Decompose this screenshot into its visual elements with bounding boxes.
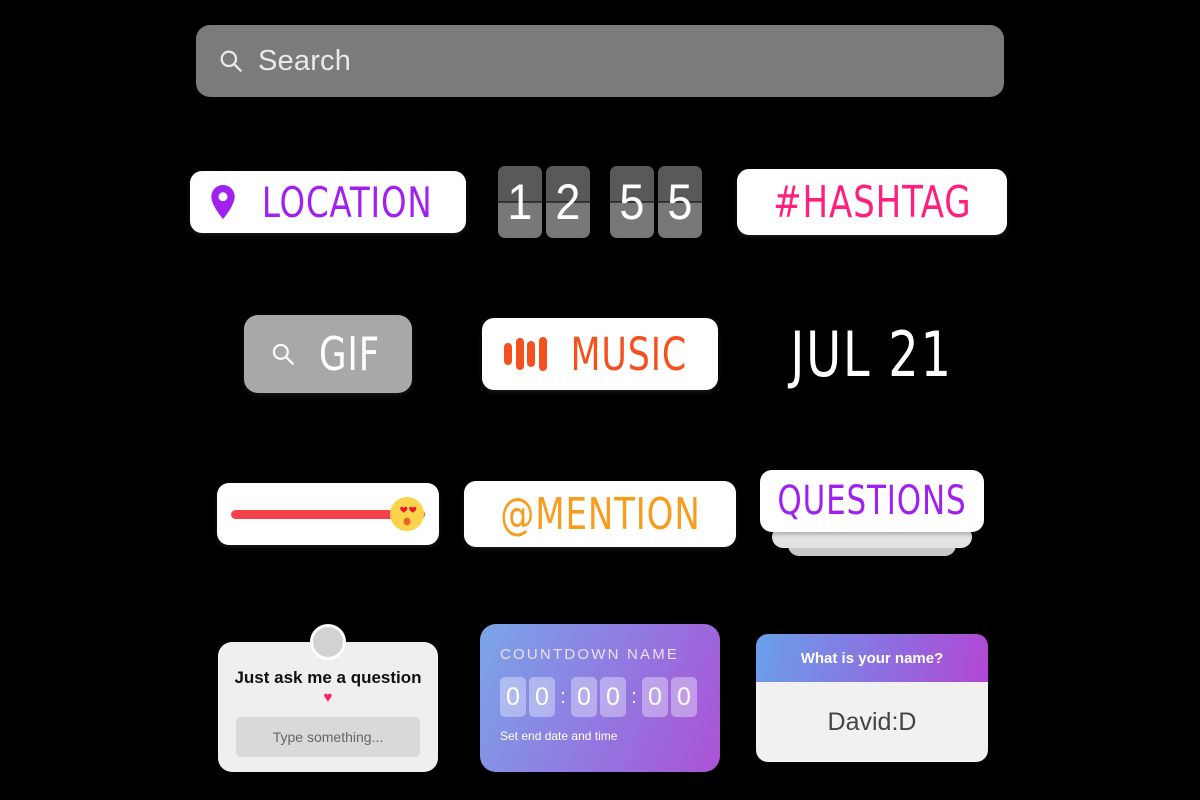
question-box[interactable]: Just ask me a question ♥ Type something.… bbox=[218, 642, 438, 772]
location-pill[interactable]: LOCATION bbox=[189, 171, 467, 233]
location-label: LOCATION bbox=[261, 177, 433, 227]
countdown-name[interactable]: COUNTDOWN NAME bbox=[500, 646, 700, 663]
countdown-digit: 0 bbox=[500, 677, 526, 717]
quiz-question-header[interactable]: What is your name? bbox=[756, 634, 988, 682]
quiz-answer-body[interactable]: David:D bbox=[756, 682, 988, 762]
slider-pill[interactable] bbox=[217, 483, 439, 545]
sticker-date[interactable]: JUL 21 bbox=[724, 300, 1020, 408]
gif-pill[interactable]: GIF bbox=[244, 315, 412, 393]
countdown-digit-value: 0 bbox=[677, 682, 691, 711]
sticker-time[interactable]: 1 2 5 5 bbox=[452, 152, 748, 252]
clock-digit-value: 5 bbox=[619, 174, 645, 230]
search-input[interactable]: Search bbox=[196, 25, 1004, 97]
clock-digit: 2 bbox=[546, 166, 590, 238]
countdown-digit: 0 bbox=[571, 677, 597, 717]
question-box-title: Just ask me a question bbox=[234, 668, 422, 687]
countdown-digits[interactable]: 0 0 : 0 0 : 0 0 bbox=[500, 677, 700, 717]
countdown-digit: 0 bbox=[642, 677, 668, 717]
quiz-answer: David:D bbox=[827, 707, 917, 736]
sticker-gif[interactable]: GIF bbox=[180, 300, 476, 408]
music-label: MUSIC bbox=[569, 327, 687, 381]
mention-pill[interactable]: @MENTION bbox=[463, 481, 737, 547]
date-label: JUL 21 bbox=[790, 317, 954, 391]
sticker-quiz[interactable]: What is your name? David:D bbox=[724, 618, 1020, 778]
questions-label: QUESTIONS bbox=[777, 478, 967, 524]
countdown-footer[interactable]: Set end date and time bbox=[500, 729, 700, 743]
equalizer-icon bbox=[504, 337, 547, 371]
search-placeholder: Search bbox=[258, 44, 352, 77]
clock-digit: 1 bbox=[498, 166, 542, 238]
sticker-music[interactable]: MUSIC bbox=[452, 300, 748, 408]
questions-stack-layer-front[interactable]: QUESTIONS bbox=[760, 470, 984, 532]
countdown-separator: : bbox=[631, 685, 637, 708]
sticker-tray: Search LOCATION 1 2 5 5 #HASHTAG GIF MUS… bbox=[0, 0, 1200, 800]
quiz-card[interactable]: What is your name? David:D bbox=[756, 634, 988, 762]
sticker-location[interactable]: LOCATION bbox=[180, 152, 476, 252]
countdown-digit-value: 0 bbox=[535, 682, 549, 711]
quiz-question: What is your name? bbox=[800, 649, 944, 667]
gif-label: GIF bbox=[319, 327, 381, 381]
music-pill[interactable]: MUSIC bbox=[482, 318, 718, 390]
sticker-questions[interactable]: QUESTIONS bbox=[724, 462, 1020, 566]
clock-digit: 5 bbox=[610, 166, 654, 238]
countdown-digit-value: 0 bbox=[648, 682, 662, 711]
question-box-wrap[interactable]: Just ask me a question ♥ Type something.… bbox=[218, 624, 438, 772]
sticker-question-box[interactable]: Just ask me a question ♥ Type something.… bbox=[180, 618, 476, 778]
clock-digit-value: 1 bbox=[507, 174, 533, 230]
question-box-placeholder: Type something... bbox=[272, 729, 384, 745]
clock-digit-value: 2 bbox=[555, 174, 581, 230]
sticker-emoji-slider[interactable] bbox=[180, 462, 476, 566]
countdown-card[interactable]: COUNTDOWN NAME 0 0 : 0 0 : 0 0 Set end d… bbox=[480, 624, 720, 772]
avatar bbox=[310, 624, 346, 660]
countdown-digit: 0 bbox=[529, 677, 555, 717]
flip-clock[interactable]: 1 2 5 5 bbox=[498, 166, 702, 238]
hashtag-label: #HASHTAG bbox=[772, 176, 972, 228]
search-icon bbox=[220, 50, 242, 72]
mention-label: @MENTION bbox=[499, 488, 701, 540]
sticker-countdown[interactable]: COUNTDOWN NAME 0 0 : 0 0 : 0 0 Set end d… bbox=[452, 618, 748, 778]
search-icon bbox=[273, 343, 295, 365]
sticker-hashtag[interactable]: #HASHTAG bbox=[724, 152, 1020, 252]
clock-gap bbox=[594, 166, 606, 238]
clock-digit-value: 5 bbox=[667, 174, 693, 230]
countdown-digit: 0 bbox=[600, 677, 626, 717]
questions-stack[interactable]: QUESTIONS bbox=[760, 470, 984, 558]
countdown-digit-value: 0 bbox=[506, 682, 520, 711]
countdown-digit-value: 0 bbox=[606, 682, 620, 711]
heart-eyes-emoji[interactable] bbox=[387, 494, 427, 534]
location-pin-icon bbox=[211, 185, 235, 219]
countdown-digit-value: 0 bbox=[577, 682, 591, 711]
countdown-separator: : bbox=[560, 685, 566, 708]
question-box-input[interactable]: Type something... bbox=[236, 717, 420, 757]
heart-icon: ♥ bbox=[323, 689, 333, 706]
countdown-digit: 0 bbox=[671, 677, 697, 717]
hashtag-pill[interactable]: #HASHTAG bbox=[736, 169, 1008, 235]
clock-digit: 5 bbox=[658, 166, 702, 238]
sticker-mention[interactable]: @MENTION bbox=[452, 462, 748, 566]
